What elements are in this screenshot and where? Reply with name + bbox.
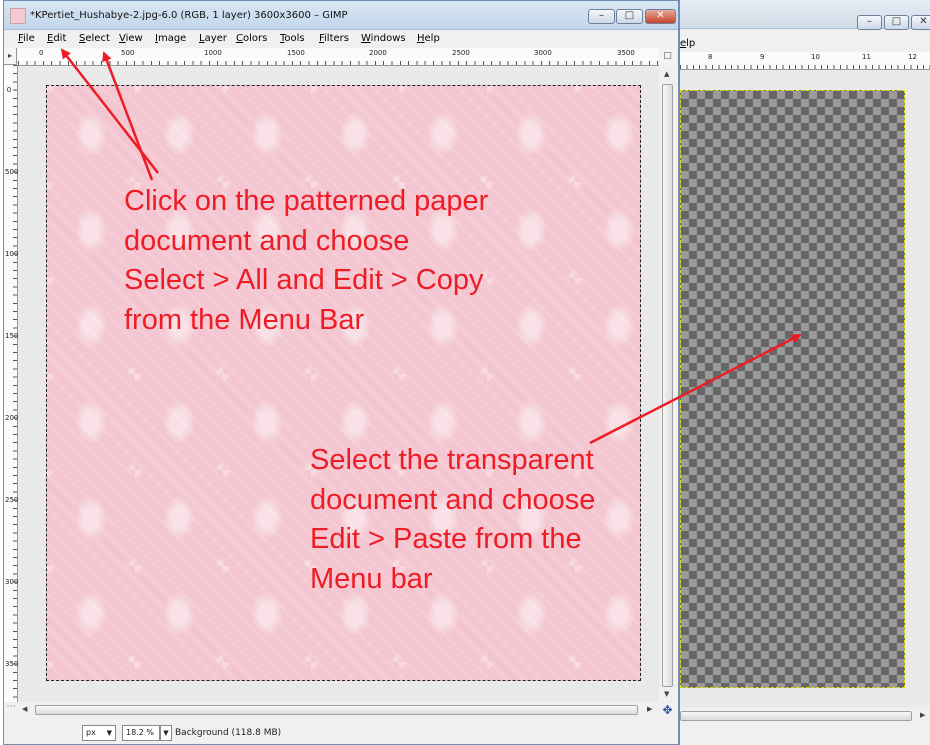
scroll-down-icon[interactable]: ▼ — [664, 690, 669, 698]
close-icon: ✕ — [656, 10, 665, 21]
menu-tools[interactable]: Tools — [280, 33, 305, 44]
scroll-up-icon[interactable]: ▲ — [664, 70, 669, 78]
ruler-label: 2500 — [452, 49, 470, 57]
ruler-label: 1000 — [5, 251, 23, 258]
menu-bar: File Edit Select View Image Layer Colors… — [4, 30, 678, 48]
scroll-right-icon[interactable]: ▶ — [647, 705, 652, 713]
scroll-right-icon[interactable]: ▶ — [920, 711, 925, 719]
close-button[interactable]: ✕ — [911, 15, 930, 30]
ruler-label: 3000 — [534, 49, 552, 57]
ruler-label: 1500 — [5, 333, 23, 340]
note-line: Select > All and Edit > Copy — [124, 264, 484, 296]
horizontal-scrollbar[interactable]: ◀ ▶ — [18, 702, 659, 718]
zoom-icon: □ — [663, 51, 672, 61]
ruler-label: 8 — [708, 53, 713, 61]
ruler-label: 500 — [5, 168, 19, 176]
gimp-window-paper[interactable]: *KPertiet_Hushabye-2.jpg-6.0 (RGB, 1 lay… — [3, 0, 679, 745]
close-icon: ✕ — [919, 16, 928, 27]
maximize-button[interactable]: □ — [616, 9, 643, 24]
note-line: Edit > Paste from the — [310, 523, 582, 555]
horizontal-scroll-thumb[interactable] — [680, 711, 912, 721]
menu-select[interactable]: Select — [79, 33, 110, 44]
minimize-button[interactable]: – — [857, 15, 882, 30]
menu-file[interactable]: File — [18, 33, 35, 44]
ruler-label: 1000 — [204, 49, 222, 57]
ruler-label: 0 — [6, 86, 12, 94]
ruler-ticks — [18, 61, 659, 65]
quick-mask-icon[interactable]: ⋯ — [4, 702, 18, 718]
note-line: document and choose — [124, 224, 410, 257]
maximize-icon: □ — [624, 10, 635, 21]
menu-layer[interactable]: Layer — [199, 33, 227, 44]
instruction-note-paste: Select the transparent document and choo… — [310, 441, 595, 599]
ruler-label: 12 — [908, 53, 917, 61]
menu-colors[interactable]: Colors — [236, 33, 267, 44]
ruler-label: 3500 — [5, 661, 23, 668]
maximize-button[interactable]: □ — [884, 15, 909, 30]
menu-arrow-icon: ▸ — [7, 51, 12, 60]
layer-info: Background (118.8 MB) — [175, 728, 282, 738]
menu-edit[interactable]: Edit — [47, 33, 66, 44]
ruler-label: 2000 — [5, 415, 23, 422]
ruler-ticks — [680, 65, 930, 69]
ruler-label: 2000 — [369, 49, 387, 57]
note-line: Select the transparent — [310, 444, 594, 476]
menu-view[interactable]: View — [119, 33, 143, 44]
zoom-dropdown[interactable]: ▼ — [160, 725, 172, 741]
transparent-document-canvas[interactable] — [680, 90, 905, 688]
menu-filters[interactable]: Filters — [319, 33, 349, 44]
vertical-ruler[interactable]: 0 500 1000 1500 2000 2500 3000 3500 — [4, 65, 23, 702]
instruction-note-copy: Click on the patterned paper document an… — [124, 182, 488, 340]
minimize-icon: – — [599, 10, 604, 21]
zoom-input[interactable]: 18.2 % — [122, 725, 160, 741]
dropdown-arrow-icon: ▼ — [106, 729, 112, 737]
ruler-label: 11 — [862, 53, 871, 61]
ruler-ticks — [13, 65, 17, 702]
ruler-label: 3500 — [617, 49, 635, 57]
title-bar[interactable]: – □ ✕ — [680, 0, 930, 30]
ruler-label: 10 — [811, 53, 820, 61]
status-bar: px ▼ 18.2 % ▼ Background (118.8 MB) — [4, 721, 678, 744]
ruler-label: 3000 — [5, 579, 23, 586]
ruler-label: 2500 — [5, 497, 23, 504]
horizontal-ruler[interactable]: 8 9 10 11 12 — [680, 52, 930, 70]
menu-windows[interactable]: Windows — [361, 33, 406, 44]
quick-mask-toggle[interactable]: ▸ — [4, 48, 17, 65]
unit-selector[interactable]: px ▼ — [82, 725, 116, 741]
menu-help-partial[interactable]: elp — [680, 38, 695, 49]
note-line: document and choose — [310, 483, 596, 516]
unit-value: px — [86, 728, 96, 737]
note-line: Menu bar — [310, 562, 433, 595]
gimp-app-icon — [10, 8, 26, 24]
menu-help[interactable]: Help — [417, 33, 440, 44]
menu-bar: elp — [680, 36, 930, 52]
menu-image[interactable]: Image — [155, 33, 186, 44]
zoom-image-toggle[interactable]: □ — [659, 48, 676, 65]
horizontal-scrollbar[interactable]: ▶ — [680, 708, 930, 724]
canvas-area[interactable] — [18, 66, 659, 702]
horizontal-scroll-thumb[interactable] — [35, 705, 638, 715]
gimp-window-transparent[interactable]: – □ ✕ elp 8 9 10 11 12 ▶ — [679, 0, 930, 745]
ruler-label: 500 — [121, 49, 135, 57]
dropdown-arrow-icon: ▼ — [163, 729, 169, 737]
note-line: Click on the patterned paper — [124, 185, 489, 217]
horizontal-ruler[interactable]: 0 500 1000 1500 2000 2500 3000 3500 — [18, 48, 659, 66]
ruler-label: 9 — [760, 53, 765, 61]
vertical-scroll-thumb[interactable] — [662, 84, 673, 687]
scroll-left-icon[interactable]: ◀ — [22, 705, 27, 713]
title-bar[interactable]: *KPertiet_Hushabye-2.jpg-6.0 (RGB, 1 lay… — [4, 1, 678, 30]
minimize-button[interactable]: – — [588, 9, 615, 24]
canvas-area[interactable] — [680, 70, 930, 710]
vertical-scrollbar[interactable]: ▲ ▼ — [659, 65, 676, 702]
ruler-label: 0 — [39, 49, 44, 57]
window-title: *KPertiet_Hushabye-2.jpg-6.0 (RGB, 1 lay… — [30, 10, 348, 21]
note-line: from the Menu Bar — [124, 303, 365, 336]
maximize-icon: □ — [891, 16, 902, 27]
minimize-icon: – — [867, 16, 872, 27]
zoom-value: 18.2 % — [126, 728, 154, 737]
navigate-icon[interactable]: ✥ — [659, 702, 676, 718]
close-button[interactable]: ✕ — [645, 9, 676, 24]
ruler-label: 1500 — [287, 49, 305, 57]
